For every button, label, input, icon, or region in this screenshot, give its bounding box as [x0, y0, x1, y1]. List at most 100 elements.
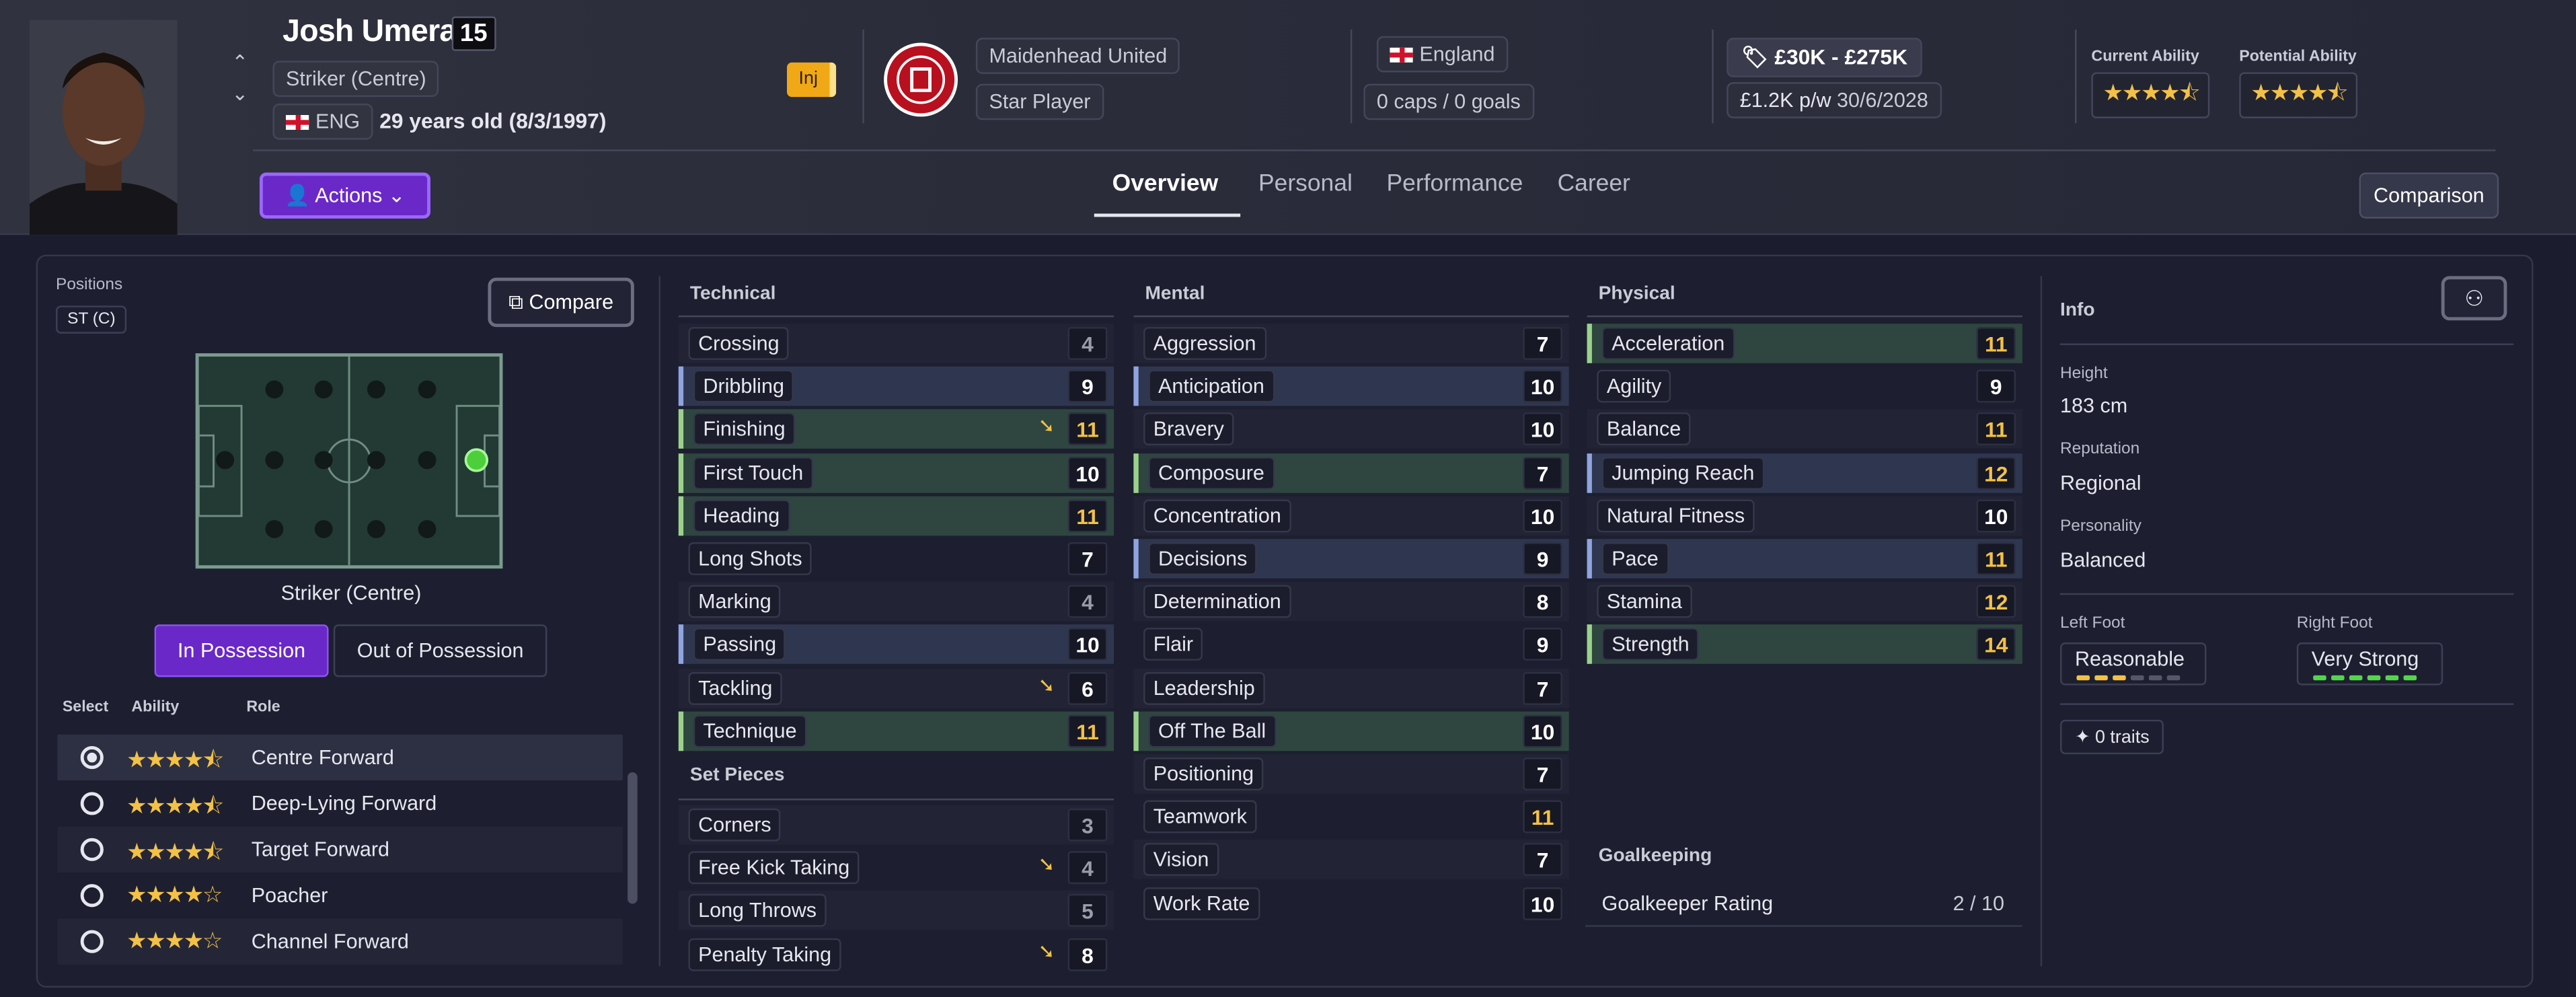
role-list-scrollbar[interactable] [628, 772, 638, 904]
attribute-row[interactable]: Stamina 12 [1587, 582, 2022, 622]
role-radio[interactable] [80, 838, 104, 861]
attribute-row[interactable]: Technique 11 [678, 711, 1114, 751]
current-ability-label: Current Ability [2091, 47, 2199, 66]
club-crest-icon[interactable] [884, 42, 958, 117]
club-name-chip[interactable]: Maidenhead United [975, 38, 1180, 74]
in-possession-toggle[interactable]: In Possession [154, 624, 329, 677]
current-ability-stars: ★★★★⯪ [2091, 72, 2211, 118]
tab-performance[interactable]: Performance [1387, 171, 1523, 197]
attribute-row[interactable]: Vision 7 [1133, 840, 1569, 880]
attribute-row[interactable]: Teamwork 11 [1133, 797, 1569, 837]
out-of-possession-toggle[interactable]: Out of Possession [333, 624, 547, 677]
attribute-row[interactable]: First Touch 10 [678, 453, 1114, 492]
attribute-row[interactable]: Flair 9 [1133, 625, 1569, 665]
attribute-value: 10 [1523, 887, 1562, 920]
column-divider [658, 276, 660, 967]
section-divider [678, 315, 1114, 318]
attribute-name: Jumping Reach [1601, 456, 1765, 489]
tab-overview[interactable]: Overview [1112, 171, 1219, 197]
attribute-row[interactable]: Heading 11 [678, 496, 1114, 536]
attribute-name: Passing [693, 628, 786, 661]
attribute-row[interactable]: Long Shots 7 [678, 539, 1114, 579]
person-stats-icon[interactable]: ⚇ [2441, 276, 2507, 321]
role-row[interactable]: ★★★★⯪ Centre Forward [57, 734, 623, 781]
attribute-row[interactable]: Positioning 7 [1133, 754, 1569, 794]
attribute-row[interactable]: Agility 9 [1587, 367, 2022, 406]
squad-status-chip: Star Player [975, 83, 1104, 120]
attribute-row[interactable]: Crossing 4 [678, 324, 1114, 363]
attribute-value: 11 [1976, 327, 2016, 360]
attribute-row[interactable]: Aggression 7 [1133, 324, 1569, 363]
attribute-row[interactable]: Jumping Reach 12 [1587, 453, 2022, 492]
attribute-name: Long Throws [688, 894, 827, 928]
attribute-row[interactable]: Corners 3 [678, 805, 1114, 845]
comparison-button[interactable]: Comparison [2359, 172, 2499, 219]
attribute-row[interactable]: Finishing 11 ➘ [678, 410, 1114, 449]
role-row[interactable]: ★★★★⯪ Deep-Lying Forward [57, 780, 623, 827]
info-divider [2060, 593, 2514, 595]
attribute-value: 10 [1523, 370, 1562, 403]
attribute-row[interactable]: Decisions 9 [1133, 539, 1569, 579]
attribute-row[interactable]: Natural Fitness 10 [1587, 496, 2022, 536]
attribute-name: Aggression [1143, 327, 1266, 360]
role-radio[interactable] [80, 792, 104, 815]
trend-arrow-icon: ➘ [1038, 939, 1055, 963]
attribute-row[interactable]: Penalty Taking 8 ➘ [678, 934, 1114, 974]
attribute-row[interactable]: Free Kick Taking 4 ➘ [678, 848, 1114, 888]
next-player-icon[interactable]: ⌄ [230, 82, 250, 105]
attribute-row[interactable]: Anticipation 10 [1133, 367, 1569, 406]
attribute-row[interactable]: Bravery 10 [1133, 410, 1569, 449]
header-divider [253, 149, 2496, 151]
role-row[interactable]: ★★★★☆ Channel Forward [57, 918, 623, 965]
attribute-name: Anticipation [1148, 370, 1275, 403]
country-chip[interactable]: England [1376, 36, 1509, 73]
traits-button[interactable]: ✦ 0 traits [2060, 719, 2164, 755]
role-radio[interactable] [80, 745, 104, 770]
attribute-value: 10 [1523, 499, 1562, 532]
compare-label: Compare [529, 291, 614, 314]
attribute-row[interactable]: Marking 4 [678, 582, 1114, 622]
selected-position-marker[interactable] [464, 448, 489, 472]
foot-strength-bar [2367, 675, 2381, 681]
position-code-chip: ST (C) [56, 305, 127, 334]
attribute-row[interactable]: Acceleration 11 [1587, 324, 2022, 363]
attribute-row[interactable]: Tackling 6 ➘ [678, 668, 1114, 708]
tab-career[interactable]: Career [1558, 171, 1630, 197]
attribute-row[interactable]: Pace 11 [1587, 539, 2022, 579]
attribute-value: 8 [1067, 937, 1108, 971]
previous-player-icon[interactable]: ⌃ [230, 51, 250, 74]
attribute-row[interactable]: Off The Ball 10 [1133, 711, 1569, 751]
attribute-row[interactable]: Composure 7 [1133, 453, 1569, 492]
wage: £1.2K p/w [1739, 88, 1831, 112]
attribute-row[interactable]: Passing 10 [678, 625, 1114, 665]
injury-badge[interactable]: Inj [787, 62, 837, 98]
role-row[interactable]: ★★★★☆ Poacher [57, 873, 623, 919]
attribute-row[interactable]: Strength 14 [1587, 625, 2022, 665]
height-label: Height [2060, 365, 2108, 383]
attribute-value: 4 [1067, 327, 1108, 360]
attribute-row[interactable]: Concentration 10 [1133, 496, 1569, 536]
compare-button[interactable]: ⧉ Compare [488, 277, 634, 328]
role-radio[interactable] [80, 930, 104, 953]
attribute-row[interactable]: Leadership 7 [1133, 668, 1569, 708]
sparkle-icon: ✦ [2075, 728, 2096, 748]
attribute-name: Teamwork [1143, 801, 1257, 834]
attribute-name: Natural Fitness [1597, 499, 1755, 532]
tab-personal[interactable]: Personal [1258, 171, 1353, 197]
attribute-value: 11 [1976, 542, 2016, 575]
divider [862, 29, 864, 124]
attribute-row[interactable]: Long Throws 5 [678, 891, 1114, 931]
attribute-row[interactable]: Dribbling 9 [678, 367, 1114, 406]
attribute-row[interactable]: Balance 11 [1587, 410, 2022, 449]
attribute-value: 11 [1067, 413, 1108, 446]
attribute-row[interactable]: Work Rate 10 [1133, 883, 1569, 923]
foot-strength-bar [2313, 675, 2326, 681]
reputation-label: Reputation [2060, 440, 2140, 459]
attribute-row[interactable]: Determination 8 [1133, 582, 1569, 622]
role-row[interactable]: ★★★★⯪ Target Forward [57, 826, 623, 873]
right-foot-chip: Very Strong [2296, 642, 2444, 686]
role-radio[interactable] [80, 884, 104, 908]
selected-position-name: Striker (Centre) [280, 581, 422, 605]
actions-button[interactable]: 👤 Actions ⌄ [259, 172, 430, 219]
attribute-name: Pace [1601, 542, 1669, 575]
